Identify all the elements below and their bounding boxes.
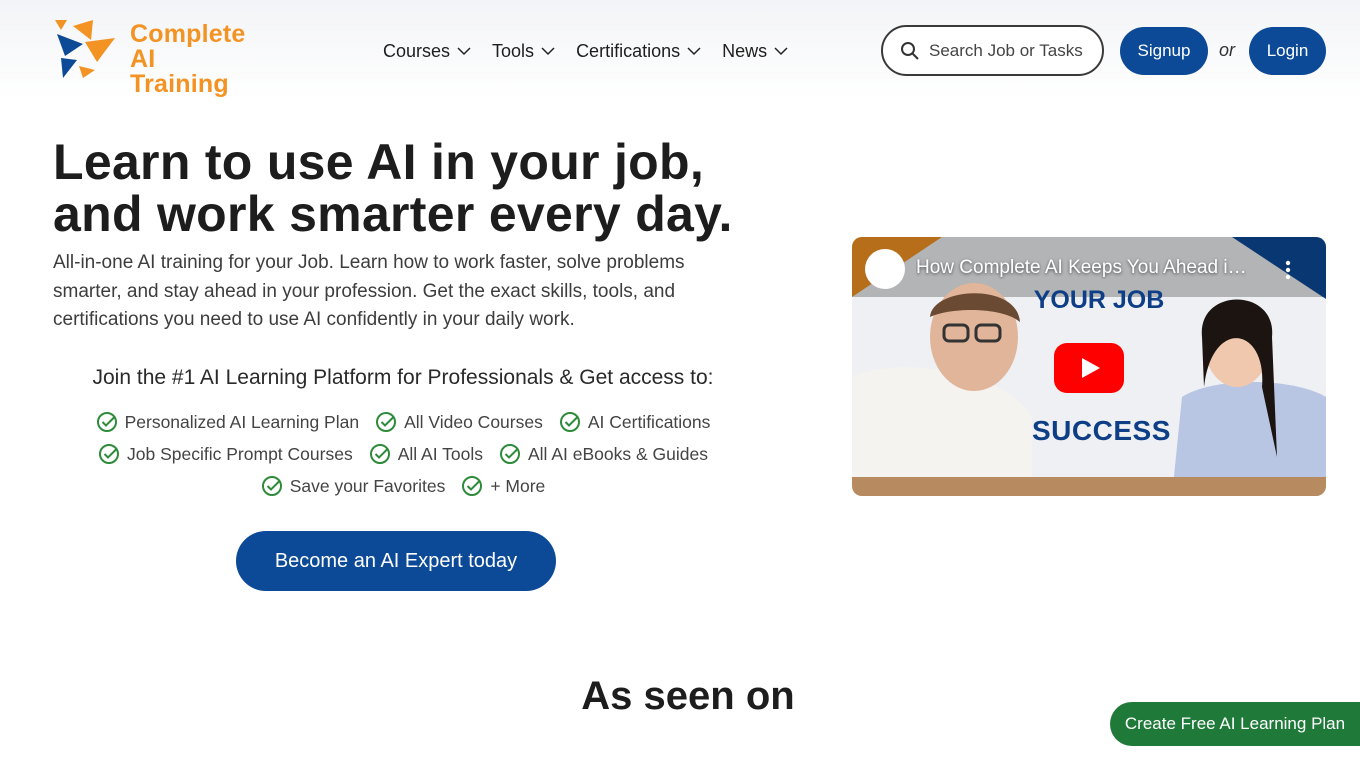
feature-label: + More (490, 475, 546, 496)
or-text: or (1219, 40, 1236, 60)
nav-tools[interactable]: Tools (492, 38, 556, 64)
nav-news-label: News (722, 40, 768, 61)
feature-item: AI Certifications (559, 411, 711, 433)
feature-item: Save your Favorites (261, 475, 446, 497)
logo-mark-icon (55, 20, 115, 78)
feature-row: Job Specific Prompt Courses All AI Tools… (53, 438, 753, 470)
hero-description: All-in-one AI training for your Job. Lea… (53, 252, 685, 330)
hero-title: Learn to use AI in your job, and work sm… (53, 134, 733, 242)
feature-row: Personalized AI Learning Plan All Video … (53, 406, 753, 438)
logo-text: Complete AI Training (130, 22, 253, 97)
become-expert-button[interactable]: Become an AI Expert today (236, 531, 556, 591)
feature-label: Save your Favorites (289, 475, 446, 496)
chevron-down-icon (457, 47, 471, 56)
chevron-down-icon (774, 47, 788, 56)
check-circle-icon (369, 444, 390, 464)
video-overlay-bottom: SUCCESS (1032, 415, 1171, 446)
nav-courses-label: Courses (383, 40, 451, 61)
check-circle-icon (96, 412, 117, 432)
search-input[interactable]: Search Job or Tasks (881, 25, 1104, 76)
feature-label: All Video Courses (404, 411, 543, 432)
check-circle-icon (462, 476, 483, 496)
signup-button[interactable]: Signup (1120, 27, 1208, 75)
join-text: Join the #1 AI Learning Platform for Pro… (92, 366, 714, 389)
check-circle-icon (261, 476, 282, 496)
feature-label: AI Certifications (587, 411, 711, 432)
feature-item: All AI Tools (369, 443, 483, 465)
feature-label: All AI eBooks & Guides (527, 443, 708, 464)
more-vert-icon[interactable] (1280, 258, 1296, 282)
channel-avatar[interactable] (865, 249, 905, 289)
nav-certifications[interactable]: Certifications (576, 38, 702, 64)
nav-courses[interactable]: Courses (383, 38, 472, 64)
search-icon (901, 41, 919, 60)
feature-item: Job Specific Prompt Courses (98, 443, 353, 465)
chevron-down-icon (687, 47, 701, 56)
video-title[interactable]: How Complete AI Keeps You Ahead in Your … (916, 257, 1256, 279)
logo-line-2: AI Training (130, 45, 229, 98)
video-player[interactable]: How Complete AI Keeps You Ahead in Your … (852, 237, 1326, 496)
feature-label: All AI Tools (397, 443, 483, 464)
site-header: Complete AI Training Courses Tools Certi… (0, 0, 1360, 100)
create-learning-plan-button[interactable]: Create Free AI Learning Plan (1110, 702, 1360, 746)
feature-label: Personalized AI Learning Plan (124, 411, 360, 432)
feature-label: Job Specific Prompt Courses (127, 443, 353, 464)
feature-row: Save your Favorites + More (53, 470, 753, 502)
main-nav: Courses Tools Certifications News (383, 38, 809, 64)
site-logo[interactable]: Complete AI Training (53, 18, 253, 97)
check-circle-icon (99, 444, 120, 464)
nav-tools-label: Tools (492, 40, 535, 61)
chevron-down-icon (541, 47, 555, 56)
search-placeholder: Search Job or Tasks (929, 40, 1083, 60)
check-circle-icon (499, 444, 520, 464)
feature-item: All Video Courses (375, 411, 543, 433)
nav-certifications-label: Certifications (576, 40, 681, 61)
feature-item: All AI eBooks & Guides (499, 443, 708, 465)
feature-list: Personalized AI Learning Plan All Video … (53, 406, 753, 502)
video-overlay-top: YOUR JOB (1033, 286, 1165, 314)
check-circle-icon (559, 412, 580, 432)
nav-news[interactable]: News (722, 38, 789, 64)
youtube-play-icon[interactable] (1054, 343, 1124, 393)
login-button[interactable]: Login (1249, 27, 1326, 75)
feature-item: + More (461, 475, 545, 497)
logo-line-1: Complete (130, 20, 246, 48)
feature-item: Personalized AI Learning Plan (96, 411, 359, 433)
check-circle-icon (376, 412, 397, 432)
